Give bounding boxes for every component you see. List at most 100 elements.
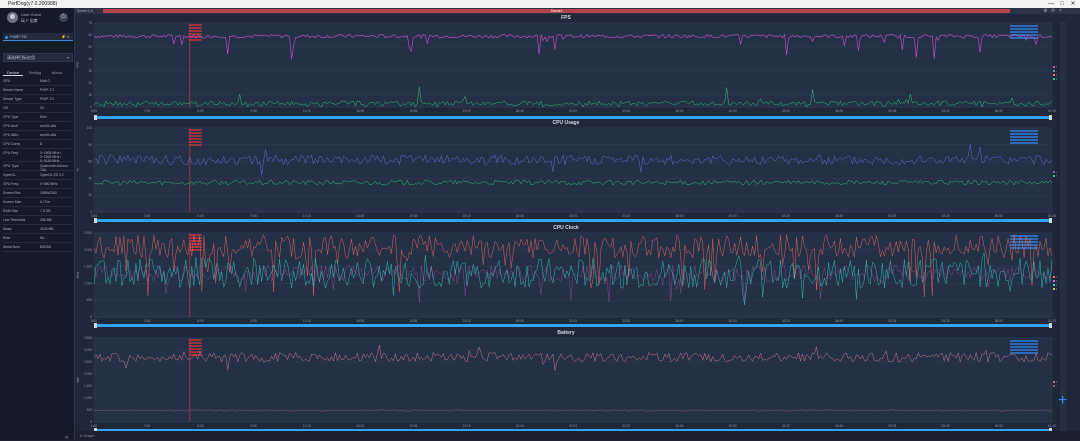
info-row: GPU Freq 0~850 MHz: [3, 182, 73, 189]
x-tick-label: 16:35: [356, 424, 364, 428]
x-tick-label: 26:45: [516, 424, 524, 428]
info-row: RAM Size 7.6 GB: [3, 209, 73, 216]
marker-annotation: [188, 342, 202, 344]
info-key: Root: [3, 236, 11, 240]
x-tick-label: 19:55: [409, 214, 417, 218]
x-tick-label: 6:30: [197, 424, 203, 428]
minimize-button[interactable]: —: [1046, 0, 1056, 8]
stats-box: [1010, 247, 1038, 249]
x-tick-label: 33:20: [622, 109, 630, 113]
chevron-down-icon[interactable]: ▾: [67, 33, 69, 41]
info-key: Device Name: [3, 88, 24, 92]
x-tick-label: 9:55: [251, 214, 257, 218]
info-key: Swap: [3, 227, 12, 231]
battery-chart[interactable]: 05001,0001,5002,0002,5003,0003,500mW0:00…: [75, 330, 1057, 433]
y-tick-label: 2,500: [84, 360, 92, 364]
info-row: OS 10: [3, 106, 73, 113]
stats-box: [1010, 349, 1038, 351]
fps-range-slider[interactable]: [94, 115, 1052, 120]
user-label: User Guest: [21, 12, 42, 17]
device-status-dot: [5, 35, 8, 39]
info-key: GPU Freq: [3, 182, 19, 186]
collapse-icon[interactable]: «: [65, 435, 68, 441]
legend-swatch: [1053, 70, 1055, 72]
stats-box: [1010, 31, 1038, 33]
info-row: Swap 2048 MB: [3, 227, 73, 234]
marker-annotation: [188, 339, 202, 341]
marker-annotation: [188, 24, 202, 26]
legend-label: TotalCPU: [1056, 174, 1057, 178]
scene-divider[interactable]: Scene1: [103, 9, 1010, 13]
x-tick-label: 33:20: [622, 214, 630, 218]
avatar[interactable]: [7, 12, 18, 23]
info-key: RAM Size: [3, 209, 19, 213]
close-button[interactable]: ✕: [1068, 0, 1078, 8]
stats-box: [1010, 346, 1038, 348]
close-icon[interactable]: ×: [1059, 8, 1062, 14]
info-key: OS: [3, 106, 8, 110]
marker-annotation: [188, 30, 202, 32]
add-chart-button[interactable]: +: [1058, 393, 1067, 409]
cpu-usage-range-slider[interactable]: [94, 218, 1052, 223]
x-tick-label: 13:10: [303, 424, 311, 428]
vertical-scrollbar[interactable]: [1060, 22, 1066, 432]
marker-annotation: [188, 39, 202, 41]
x-tick-label: 56:50: [995, 424, 1003, 428]
x-tick-label: 46:45: [835, 424, 843, 428]
marker-annotation: [188, 129, 202, 131]
y-axis-label: %: [76, 168, 80, 171]
x-tick-label: 13:10: [303, 319, 311, 323]
stats-box: [1010, 139, 1038, 141]
cpu-clock-panel: CPU Clock 0 500 1,000 1,500 2,000 2,500 MHz 0:0…: [75, 225, 1057, 328]
x-tick-label: 3:00: [144, 319, 150, 323]
stats-box: [1010, 28, 1038, 30]
tab-setting[interactable]: Setting: [25, 69, 45, 76]
main-area: Scene:1:0 Scene1 ⚙ ⟳ × FPS 0 10 20 30 40 50 60…: [75, 8, 1080, 440]
x-tick-label: 56:50: [995, 319, 1003, 323]
stats-box: [1010, 343, 1038, 345]
fps-chart[interactable]: 010203040506070FPS0:00 3:00 6:30 9:55 13:10 1…: [75, 15, 1057, 118]
tab-about[interactable]: About: [47, 69, 67, 76]
device-name: P40P-TG: [10, 34, 27, 39]
x-tick-label: 40:00: [729, 424, 737, 428]
info-row: Low Threshold 256 MB: [3, 218, 73, 225]
marker-annotation: [188, 132, 202, 134]
tab-device[interactable]: Device: [3, 69, 23, 76]
stats-box: [1010, 244, 1038, 246]
x-tick-label: 46:45: [835, 109, 843, 113]
marker-annotation: [188, 234, 202, 236]
x-tick-label: 46:45: [835, 214, 843, 218]
x-tick-label: 36:40: [675, 424, 683, 428]
x-tick-label: 6:30: [197, 319, 203, 323]
x-tick-label: 0:00: [91, 109, 97, 113]
cpu-usage-panel: CPU Usage 0 20 40 60 80 100% 0:00 3:00 6:30 9:55 1…: [75, 120, 1057, 223]
x-tick-label: 40:00: [729, 109, 737, 113]
device-selector[interactable]: P40P-TG ⚡ ▾: [3, 33, 73, 41]
x-tick-label: 53:25: [942, 214, 950, 218]
chevron-down-icon: ▾: [66, 55, 69, 60]
y-tick-label: 30: [88, 69, 92, 73]
info-value: arm64-v8a: [40, 124, 57, 128]
cpu-usage-chart[interactable]: 020406080100%0:00 3:00 6:30 9:55 13:10 16:35 1…: [75, 120, 1057, 223]
x-tick-label: 13:10: [303, 109, 311, 113]
info-value: 2048 MB: [40, 227, 54, 231]
x-tick-label: 61:25: [1048, 109, 1056, 113]
app-selector-label: 请选择目标应用: [7, 55, 35, 60]
x-tick-label: 19:55: [409, 109, 417, 113]
cpu-clock-range-slider[interactable]: [94, 323, 1052, 328]
x-tick-label: 43:20: [782, 424, 790, 428]
cpu-clock-chart[interactable]: 05001,0001,5002,0002,500MHz0:00 3:00 6:30 9…: [75, 225, 1057, 328]
sync-icon[interactable]: ⟳: [1051, 8, 1055, 14]
user-name: 玩 F 出席: [21, 18, 38, 23]
info-row: CPU ABIs arm64-v8a: [3, 133, 73, 140]
info-key: Screen Size: [3, 200, 22, 204]
wifi-icon[interactable]: ⚡: [61, 33, 66, 41]
app-selector[interactable]: 请选择目标应用 ▾: [3, 53, 73, 62]
x-tick-label: 33:20: [622, 319, 630, 323]
power-icon[interactable]: ⏻: [59, 13, 68, 22]
settings-icon[interactable]: ⚙: [1043, 8, 1047, 14]
y-tick-label: 40: [88, 176, 92, 180]
maximize-button[interactable]: □: [1057, 0, 1067, 8]
info-row: Root No: [3, 236, 73, 243]
legend-label: FTime: [1056, 77, 1057, 81]
